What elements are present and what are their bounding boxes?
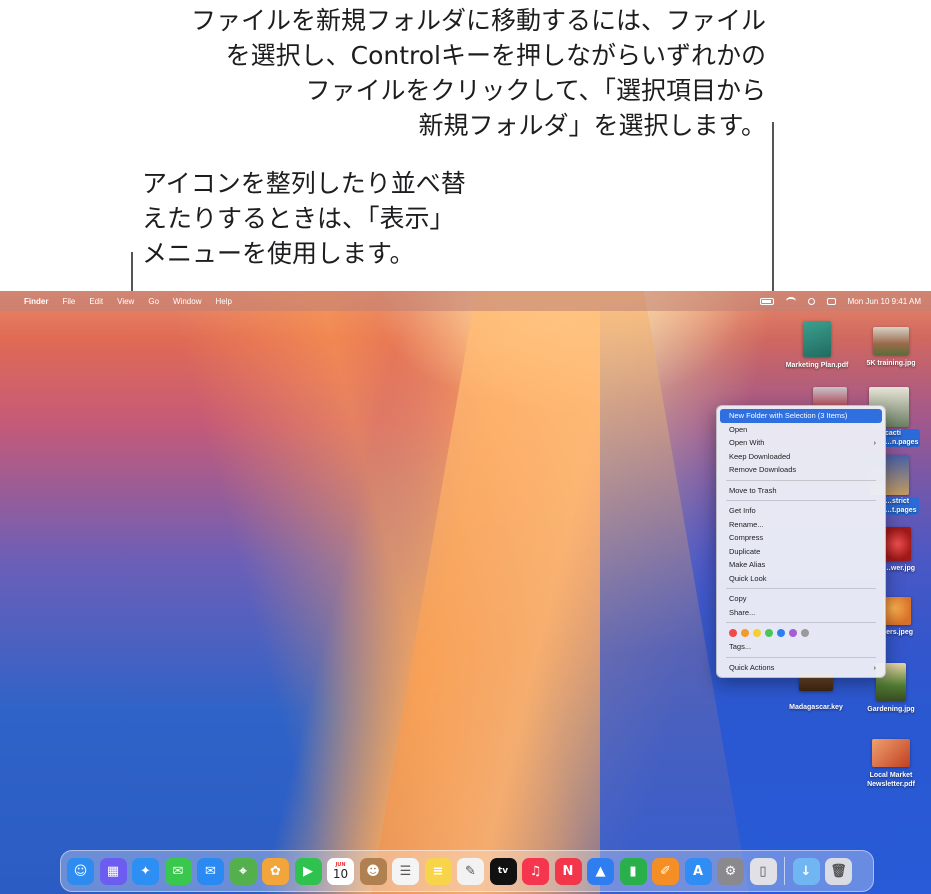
desktop-file-icon[interactable]: Local Market Newsletter.pdf [854, 737, 928, 789]
chevron-right-icon: › [873, 662, 877, 672]
file-label: …strict …t.pages [883, 497, 919, 515]
file-label: 5K training.jpg [866, 360, 916, 367]
news-icon[interactable]: N [554, 857, 582, 885]
callout-new-folder-instructions: ファイルを新規フォルダに移動するには、ファイル を選択し、Controlキーを押… [190, 6, 766, 140]
menu-bar-clock[interactable]: Mon Jun 10 9:41 AM [848, 297, 921, 306]
menu-item-open[interactable]: Open [720, 423, 882, 437]
messages-icon[interactable]: ✉ [164, 857, 192, 885]
menu-item-remove-downloads[interactable]: Remove Downloads [720, 463, 882, 477]
dock-divider [784, 857, 785, 885]
image-thumbnail-icon [883, 597, 911, 625]
leader-line-view-menu [131, 252, 133, 294]
menu-item-make-alias[interactable]: Make Alias [720, 558, 882, 572]
tag-green-dot[interactable] [765, 629, 773, 637]
maps-icon[interactable]: ⌖ [229, 857, 257, 885]
menu-item-quick-actions[interactable]: Quick Actions › [720, 661, 882, 675]
tag-purple-dot[interactable] [789, 629, 797, 637]
downloads-folder-icon[interactable]: ↓ [792, 857, 820, 885]
keynote-icon[interactable]: ▲ [587, 857, 614, 885]
tag-yellow-dot[interactable] [753, 629, 761, 637]
pages-icon[interactable]: ✐ [652, 857, 679, 885]
menu-item-share[interactable]: Share... [720, 606, 882, 620]
menu-separator [726, 588, 876, 589]
menu-separator [726, 656, 876, 658]
safari-icon[interactable]: ✦ [132, 857, 159, 885]
freeform-icon[interactable]: ✎ [457, 857, 484, 885]
menu-item-move-to-trash[interactable]: Move to Trash [720, 484, 882, 498]
music-icon[interactable]: ♫ [522, 857, 549, 885]
tag-color-row [717, 626, 885, 640]
context-menu: New Folder with Selection (3 Items) Open… [716, 405, 886, 678]
tag-blue-dot[interactable] [777, 629, 785, 637]
trash-icon[interactable]: 🗑 [825, 857, 852, 885]
pdf-thumbnail-icon [872, 739, 910, 767]
menu-item-duplicate[interactable]: Duplicate [720, 545, 882, 559]
facetime-icon[interactable]: ▶ [294, 857, 322, 885]
system-settings-icon[interactable]: ⚙ [717, 857, 744, 885]
menu-item-get-info[interactable]: Get Info [720, 504, 882, 518]
reminders-icon[interactable]: ☰ [392, 857, 419, 885]
menu-help[interactable]: Help [215, 297, 231, 306]
menu-item-new-folder-with-selection[interactable]: New Folder with Selection (3 Items) [720, 409, 882, 423]
menu-window[interactable]: Window [173, 297, 201, 306]
photos-icon[interactable]: ✿ [262, 857, 289, 885]
menu-file[interactable]: File [62, 297, 75, 306]
control-center-icon[interactable] [826, 297, 836, 305]
menu-item-tags[interactable]: Tags... [720, 640, 882, 654]
desktop-file-icon[interactable]: 5K training.jpg [854, 321, 928, 368]
calendar-day: 10 [332, 866, 349, 881]
desktop-file-icon[interactable]: Marketing Plan.pdf [780, 321, 854, 370]
menu-item-label: Open With [729, 438, 765, 447]
desktop[interactable]: Finder File Edit View Go Window Help Mon… [0, 291, 931, 894]
notes-icon[interactable]: ≡ [424, 857, 452, 885]
mail-icon[interactable]: ✉ [197, 857, 224, 885]
menu-item-rename[interactable]: Rename... [720, 518, 882, 532]
tag-orange-dot[interactable] [741, 629, 749, 637]
menu-item-label: Quick Actions [729, 662, 775, 672]
app-store-icon[interactable]: A [684, 857, 712, 885]
menu-go[interactable]: Go [148, 297, 159, 306]
menu-view[interactable]: View [117, 297, 134, 306]
chevron-right-icon: › [873, 438, 877, 447]
iphone-mirroring-icon[interactable]: ▯ [749, 857, 777, 885]
finder-icon[interactable]: ☺ [67, 857, 94, 885]
spotlight-search-icon[interactable] [807, 297, 815, 305]
dock: ☺ ▦ ✦ ✉ ✉ ⌖ ✿ ▶ JUN 10 ☻ ☰ ≡ ✎ tv ♫ N ▲ ▮ ✐ A ⚙ ▯ ↓ 🗑 [60, 850, 874, 892]
menu-separator [726, 500, 876, 501]
file-label: cacti …n.pages [883, 429, 921, 447]
contacts-icon[interactable]: ☻ [359, 857, 387, 885]
menu-item-compress[interactable]: Compress [720, 531, 882, 545]
tag-gray-dot[interactable] [801, 629, 809, 637]
menu-finder[interactable]: Finder [24, 297, 48, 306]
file-label: Local Market Newsletter.pdf [867, 772, 915, 788]
callout-view-menu-instructions: アイコンを整列したり並べ替 えたりするときは、「表示」 メニューを使用します。 [142, 169, 466, 268]
menu-item-keep-downloaded[interactable]: Keep Downloaded [720, 450, 882, 464]
battery-icon[interactable] [759, 297, 774, 305]
tag-red-dot[interactable] [729, 629, 737, 637]
menu-item-open-with[interactable]: Open With › [720, 436, 882, 450]
image-thumbnail-icon [873, 327, 909, 355]
tv-icon[interactable]: tv [489, 857, 517, 885]
menu-separator [726, 622, 876, 623]
file-label: Marketing Plan.pdf [785, 362, 849, 369]
menu-edit[interactable]: Edit [89, 297, 103, 306]
menu-item-quick-look[interactable]: Quick Look [720, 572, 882, 586]
calendar-icon[interactable]: JUN 10 [327, 857, 354, 885]
file-label: Gardening.jpg [867, 706, 915, 713]
tv-label: tv [497, 866, 509, 876]
menu-separator [726, 479, 876, 481]
file-label: Madagascar.key [789, 704, 843, 711]
wifi-icon[interactable] [785, 297, 796, 305]
launchpad-icon[interactable]: ▦ [99, 857, 127, 885]
numbers-icon[interactable]: ▮ [619, 857, 647, 885]
image-thumbnail-icon [883, 527, 911, 561]
menu-item-copy[interactable]: Copy [720, 592, 882, 606]
menu-bar: Finder File Edit View Go Window Help Mon… [0, 291, 931, 311]
pdf-thumbnail-icon [803, 321, 831, 357]
